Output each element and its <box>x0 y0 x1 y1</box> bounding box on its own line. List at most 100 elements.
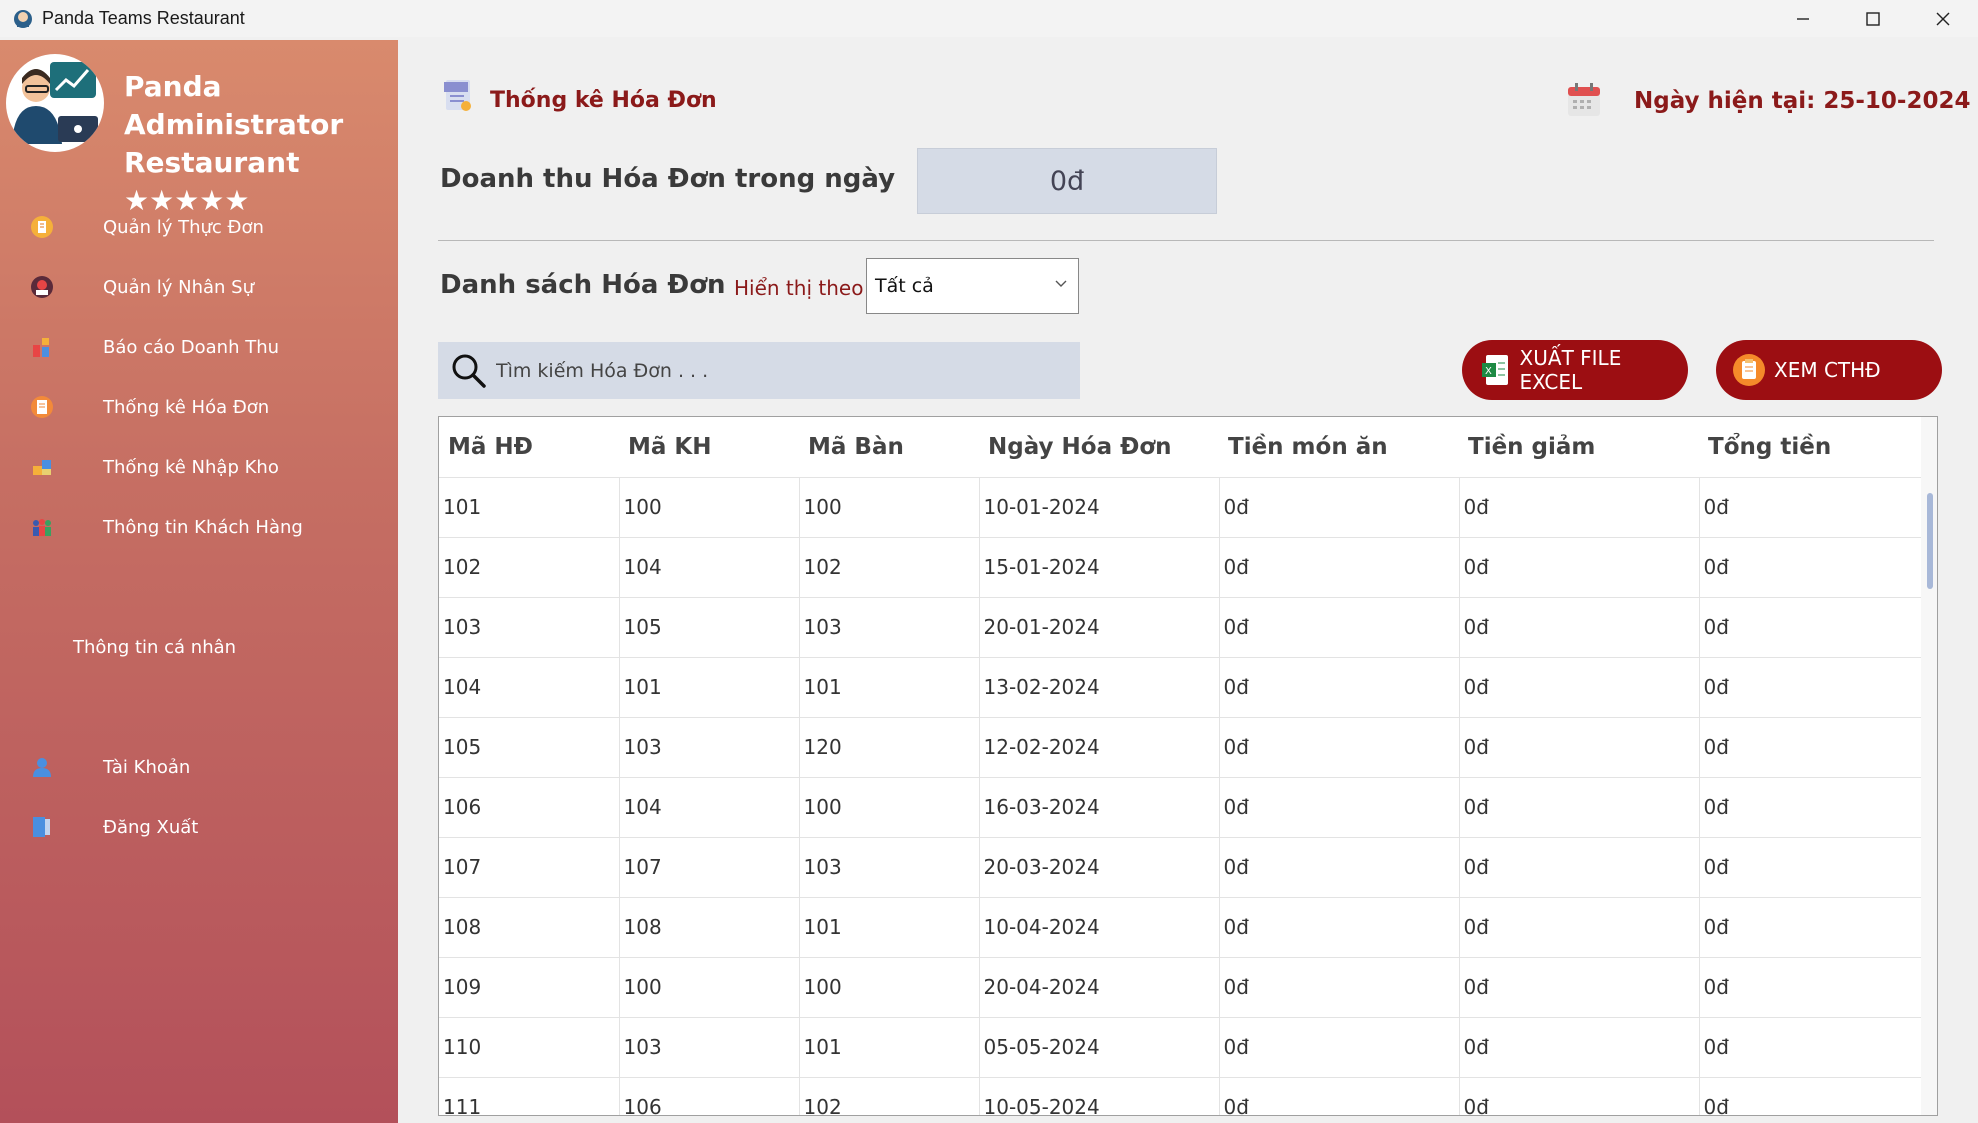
search-icon <box>452 354 486 388</box>
maximize-button[interactable] <box>1838 0 1908 37</box>
column-header-invoice-id[interactable]: Mã HĐ <box>439 417 619 477</box>
table-header-row: Mã HĐ Mã KH Mã Bàn Ngày Hóa Đơn Tiền món… <box>439 417 1923 477</box>
export-excel-label: XUẤT FILE EXCEL <box>1519 346 1622 394</box>
filter-select[interactable]: Tất cả <box>866 258 1079 314</box>
table-cell: 103 <box>799 836 980 897</box>
table-row[interactable]: 108 108 101 10-04-2024 0đ 0đ 0đ <box>439 896 1924 957</box>
table-cell: 0đ <box>1459 716 1700 777</box>
sidebar-item-customers[interactable]: Thông tin Khách Hàng <box>0 502 398 552</box>
table-row[interactable]: 109 100 100 20-04-2024 0đ 0đ 0đ <box>439 956 1924 1017</box>
current-date-label: Ngày hiện tại: 25-10-2024 <box>1634 88 1971 114</box>
table-cell: 111 <box>439 1076 620 1115</box>
table-cell: 0đ <box>1699 956 1924 1017</box>
export-excel-button[interactable]: X XUẤT FILE EXCEL <box>1462 340 1688 400</box>
table-cell: 15-01-2024 <box>979 536 1220 597</box>
column-header-customer-id[interactable]: Mã KH <box>619 417 799 477</box>
table-cell: 109 <box>439 956 620 1017</box>
table-row[interactable]: 105 103 120 12-02-2024 0đ 0đ 0đ <box>439 716 1924 777</box>
calendar-icon <box>1568 83 1600 116</box>
table-cell: 0đ <box>1459 656 1700 717</box>
table-cell: 101 <box>619 656 800 717</box>
sidebar-item-menu[interactable]: Quản lý Thực Đơn <box>0 202 398 252</box>
search-input[interactable] <box>496 359 1056 382</box>
table-cell: 0đ <box>1459 776 1700 837</box>
table-cell: 0đ <box>1459 1016 1700 1077</box>
maximize-icon <box>1866 11 1880 26</box>
sidebar: Panda Administrator Restaurant ★★★★★ Quả… <box>0 40 398 1123</box>
brand-title: Panda Administrator Restaurant ★★★★★ <box>124 68 398 220</box>
invoice-icon <box>29 394 55 420</box>
filter-select-value: Tất cả <box>875 275 934 297</box>
customers-icon <box>29 514 55 540</box>
minimize-icon <box>1797 17 1809 20</box>
table-row[interactable]: 102 104 102 15-01-2024 0đ 0đ 0đ <box>439 536 1924 597</box>
table-cell: 100 <box>799 956 980 1017</box>
logout-icon <box>29 814 55 840</box>
table-cell: 20-03-2024 <box>979 836 1220 897</box>
table-cell: 110 <box>439 1016 620 1077</box>
close-button[interactable] <box>1908 0 1978 37</box>
table-row[interactable]: 104 101 101 13-02-2024 0đ 0đ 0đ <box>439 656 1924 717</box>
table-cell: 0đ <box>1459 956 1700 1017</box>
search-bar[interactable] <box>438 342 1080 399</box>
chevron-down-icon <box>1055 280 1067 287</box>
table-cell: 0đ <box>1699 1076 1924 1115</box>
column-header-invoice-date[interactable]: Ngày Hóa Đơn <box>979 417 1219 477</box>
sidebar-item-staff[interactable]: Quản lý Nhân Sự <box>0 262 398 312</box>
table-cell: 0đ <box>1699 656 1924 717</box>
sidebar-item-label: Thông tin Khách Hàng <box>103 516 303 538</box>
table-cell: 0đ <box>1459 836 1700 897</box>
table-cell: 0đ <box>1219 956 1460 1017</box>
view-invoice-detail-button[interactable]: XEM CTHĐ <box>1716 340 1942 400</box>
table-cell: 0đ <box>1699 776 1924 837</box>
table-cell: 102 <box>799 1076 980 1115</box>
table-cell: 0đ <box>1219 596 1460 657</box>
filter-label: Hiển thị theo <box>734 276 864 300</box>
column-header-total[interactable]: Tổng tiền <box>1699 417 1923 477</box>
table-cell: 0đ <box>1219 836 1460 897</box>
table-cell: 0đ <box>1459 596 1700 657</box>
table-cell: 101 <box>799 896 980 957</box>
table-cell: 0đ <box>1699 476 1924 537</box>
window-controls <box>1768 0 1978 37</box>
table-cell: 0đ <box>1699 1016 1924 1077</box>
scrollbar-thumb[interactable] <box>1927 493 1933 589</box>
table-cell: 10-05-2024 <box>979 1076 1220 1115</box>
admin-avatar <box>6 54 104 152</box>
table-row[interactable]: 103 105 103 20-01-2024 0đ 0đ 0đ <box>439 596 1924 657</box>
table-cell: 0đ <box>1699 536 1924 597</box>
daily-revenue-value: 0đ <box>917 148 1217 214</box>
table-row[interactable]: 101 100 100 10-01-2024 0đ 0đ 0đ <box>439 476 1924 537</box>
sidebar-item-invoice[interactable]: Thống kê Hóa Đơn <box>0 382 398 432</box>
table-cell: 0đ <box>1219 1016 1460 1077</box>
table-cell: 103 <box>799 596 980 657</box>
table-cell: 108 <box>619 896 800 957</box>
table-cell: 0đ <box>1219 476 1460 537</box>
sidebar-item-logout[interactable]: Đăng Xuất <box>0 802 398 852</box>
table-cell: 102 <box>439 536 620 597</box>
column-header-table-id[interactable]: Mã Bàn <box>799 417 979 477</box>
table-scrollbar[interactable] <box>1921 417 1937 1115</box>
sidebar-item-warehouse[interactable]: Thống kê Nhập Kho <box>0 442 398 492</box>
table-cell: 12-02-2024 <box>979 716 1220 777</box>
minimize-button[interactable] <box>1768 0 1838 37</box>
table-cell: 0đ <box>1459 896 1700 957</box>
table-row[interactable]: 111 106 102 10-05-2024 0đ 0đ 0đ <box>439 1076 1924 1115</box>
column-header-food-cost[interactable]: Tiền món ăn <box>1219 417 1459 477</box>
table-cell: 103 <box>439 596 620 657</box>
column-header-discount[interactable]: Tiền giảm <box>1459 417 1699 477</box>
sidebar-item-account[interactable]: Tài Khoản <box>0 742 398 792</box>
invoice-table[interactable]: Mã HĐ Mã KH Mã Bàn Ngày Hóa Đơn Tiền món… <box>438 416 1938 1116</box>
sidebar-item-revenue[interactable]: Báo cáo Doanh Thu <box>0 322 398 372</box>
table-cell: 0đ <box>1219 1076 1460 1115</box>
close-icon <box>1936 12 1950 25</box>
table-row[interactable]: 110 103 101 05-05-2024 0đ 0đ 0đ <box>439 1016 1924 1077</box>
table-row[interactable]: 107 107 103 20-03-2024 0đ 0đ 0đ <box>439 836 1924 897</box>
table-cell: 0đ <box>1699 896 1924 957</box>
table-cell: 103 <box>619 1016 800 1077</box>
table-cell: 0đ <box>1699 596 1924 657</box>
admin-avatar-icon <box>7 55 103 151</box>
table-body: 101 100 100 10-01-2024 0đ 0đ 0đ 102 104 102 15-01-… <box>439 476 1924 1115</box>
personal-info-label: Thông tin cá nhân <box>73 636 237 658</box>
table-row[interactable]: 106 104 100 16-03-2024 0đ 0đ 0đ <box>439 776 1924 837</box>
